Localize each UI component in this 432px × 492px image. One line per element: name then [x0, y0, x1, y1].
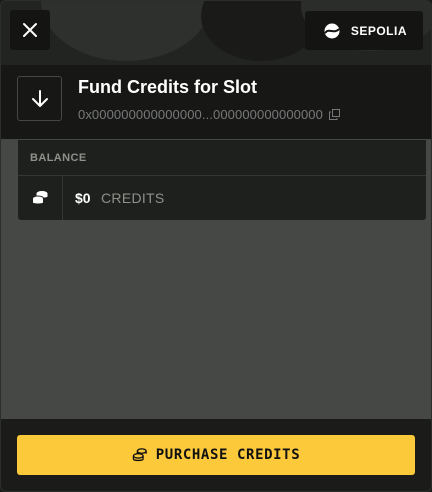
balance-amount: $0	[75, 190, 91, 206]
address-row: 0x000000000000000...000000000000000	[78, 107, 340, 122]
hero-banner: SEPOLIA	[1, 1, 431, 65]
wallet-address: 0x000000000000000...000000000000000	[78, 107, 323, 122]
fund-credits-panel: SEPOLIA Fund Credits for Slot 0x00000000…	[0, 0, 432, 492]
coins-icon	[132, 448, 147, 462]
network-label: SEPOLIA	[350, 23, 407, 38]
page-header: Fund Credits for Slot 0x000000000000000.…	[1, 65, 431, 139]
purchase-credits-label: PURCHASE CREDITS	[155, 447, 301, 463]
close-icon	[23, 23, 37, 37]
arrow-down-badge	[17, 76, 62, 121]
copy-address-button[interactable]	[328, 109, 340, 120]
coins-icon	[32, 191, 48, 205]
arrow-down-icon	[31, 89, 48, 107]
balance-card: BALANCE $0 CREDITS	[18, 140, 426, 220]
balance-unit: CREDITS	[101, 190, 165, 206]
balance-label: BALANCE	[30, 152, 87, 164]
coin-cell	[18, 176, 63, 220]
footer-bar: PURCHASE CREDITS	[1, 419, 431, 491]
copy-icon	[328, 109, 340, 120]
page-title: Fund Credits for Slot	[78, 77, 257, 97]
purchase-credits-button[interactable]: PURCHASE CREDITS	[17, 435, 415, 475]
divider	[18, 175, 426, 176]
network-selector-button[interactable]: SEPOLIA	[304, 11, 423, 50]
close-button[interactable]	[10, 10, 50, 50]
hero-shape	[41, 1, 211, 61]
network-globe-icon	[324, 23, 340, 38]
